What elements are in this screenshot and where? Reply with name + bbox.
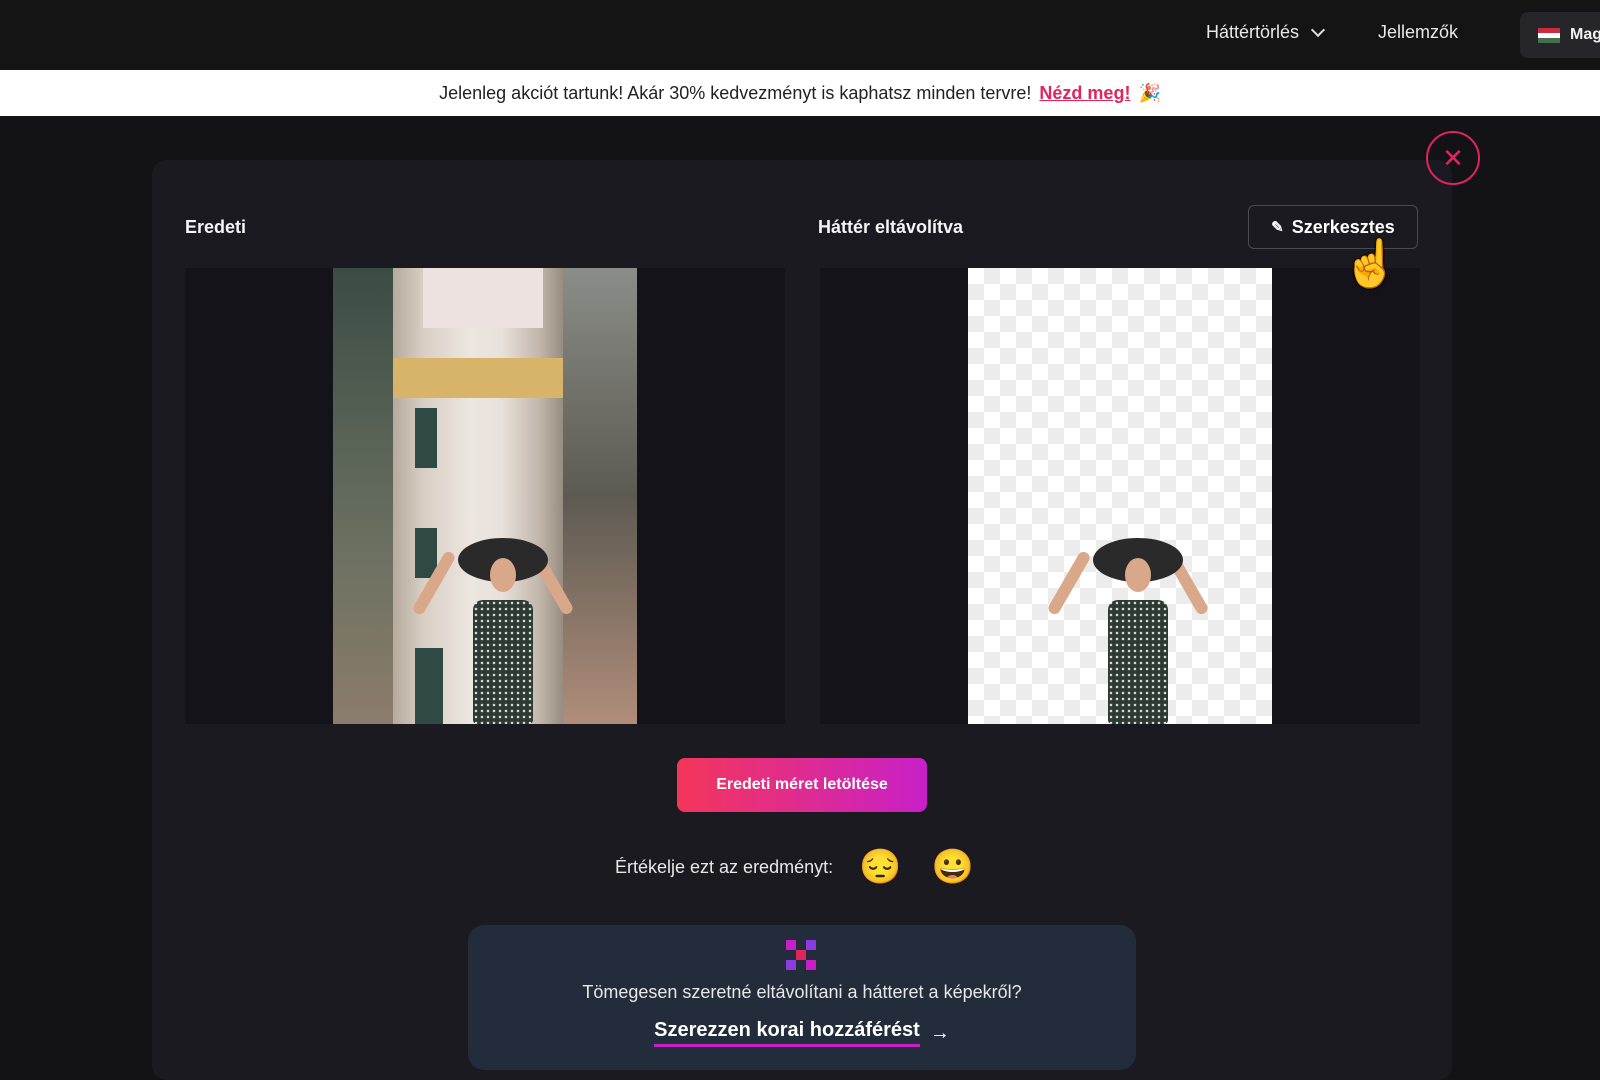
nav-features-label: Jellemzők	[1378, 22, 1459, 42]
language-selector[interactable]: Mag	[1520, 12, 1600, 58]
original-panel-title: Eredeti	[185, 217, 247, 237]
woman-arm	[1046, 549, 1092, 617]
early-access-link[interactable]: Szerezzen korai hozzáférést →	[468, 1019, 1136, 1047]
removed-image-frame	[820, 268, 1420, 724]
nav-features-link[interactable]: Jellemzők	[1378, 22, 1458, 43]
woman-face	[490, 558, 516, 592]
photo-sky	[423, 268, 543, 328]
hand-pointer-cursor: ☝	[1342, 237, 1400, 289]
download-button-label: Eredeti méret letöltése	[716, 776, 888, 793]
nav-bg-removal-dropdown[interactable]: Háttértörlés	[1206, 22, 1326, 43]
early-access-label: Szerezzen korai hozzáférést	[654, 1019, 920, 1047]
bulk-removal-card: Tömegesen szeretné eltávolítani a hátter…	[468, 925, 1136, 1070]
promo-link[interactable]: Nézd meg!	[1039, 83, 1130, 104]
photo-yellow-band	[393, 358, 563, 398]
promo-banner: Jelenleg akciót tartunk! Akár 30% kedvez…	[0, 70, 1600, 116]
rating-row: Értékelje ezt az eredményt: 😔 😀	[615, 850, 1004, 884]
party-popper-icon: 🎉	[1138, 82, 1161, 103]
removed-photo	[968, 268, 1272, 724]
removed-panel-title: Háttér eltávolítva	[818, 217, 964, 237]
download-original-button[interactable]: Eredeti méret letöltése	[677, 758, 927, 812]
hungary-flag-icon	[1538, 27, 1560, 43]
photo-window	[415, 408, 437, 468]
photo-building-right	[563, 268, 637, 724]
woman-face	[1125, 558, 1151, 592]
photo-building-left	[333, 268, 393, 724]
original-photo	[333, 268, 637, 724]
bulk-grid-icon	[786, 940, 816, 970]
woman-figure-cutout	[1046, 538, 1210, 724]
rating-label: Értékelje ezt az eredményt:	[615, 856, 834, 877]
promo-text: Jelenleg akciót tartunk! Akár 30% kedvez…	[439, 82, 1032, 103]
bulk-text: Tömegesen szeretné eltávolítani a hátter…	[582, 982, 1022, 1002]
sad-face-icon[interactable]: 😔	[859, 850, 901, 884]
happy-face-icon[interactable]: 😀	[931, 850, 973, 884]
woman-dress	[1108, 600, 1168, 724]
chevron-down-icon	[1310, 22, 1326, 37]
original-image-frame	[185, 268, 785, 724]
nav-bg-removal-label: Háttértörlés	[1206, 22, 1300, 42]
language-label: Mag	[1570, 26, 1600, 43]
woman-figure	[411, 538, 575, 724]
woman-dress	[473, 600, 533, 724]
top-navigation-bar: Háttértörlés Jellemzők Mag	[0, 0, 1600, 70]
edit-button-label: Szerkesztes	[1291, 216, 1395, 237]
close-icon: ✕	[1442, 142, 1464, 173]
pencil-icon: ✎	[1271, 219, 1284, 236]
arrow-right-icon: →	[929, 1021, 950, 1044]
close-button[interactable]: ✕	[1426, 131, 1480, 185]
